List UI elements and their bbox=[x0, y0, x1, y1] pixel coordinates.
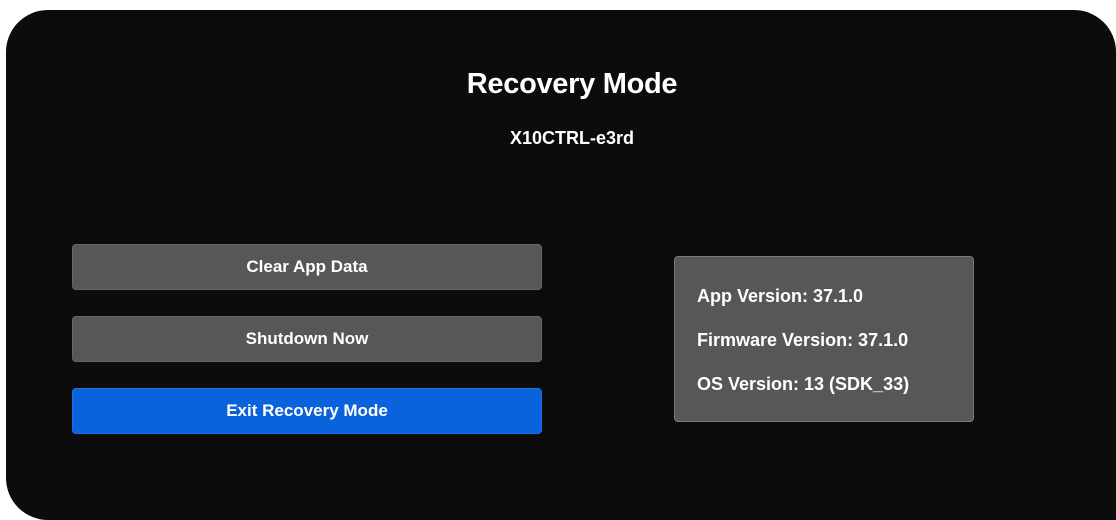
exit-recovery-mode-label: Exit Recovery Mode bbox=[226, 401, 388, 420]
version-info-panel: App Version: 37.1.0 Firmware Version: 37… bbox=[674, 256, 974, 422]
clear-app-data-button[interactable]: Clear App Data bbox=[72, 244, 542, 290]
page-title: Recovery Mode bbox=[466, 68, 678, 100]
shutdown-now-label: Shutdown Now bbox=[245, 329, 369, 348]
os-version-text: OS Version: 13 (SDK_33) bbox=[697, 374, 910, 394]
exit-recovery-mode-button[interactable]: Exit Recovery Mode bbox=[72, 388, 542, 434]
app-version-text: App Version: 37.1.0 bbox=[697, 286, 864, 306]
clear-app-data-label: Clear App Data bbox=[246, 257, 368, 276]
firmware-version-text: Firmware Version: 37.1.0 bbox=[697, 330, 909, 350]
device-id: X10CTRL-e3rd bbox=[509, 128, 635, 148]
shutdown-now-button[interactable]: Shutdown Now bbox=[72, 316, 542, 362]
recovery-screen: Recovery Mode X10CTRL-e3rd Clear App Dat… bbox=[6, 10, 1116, 520]
